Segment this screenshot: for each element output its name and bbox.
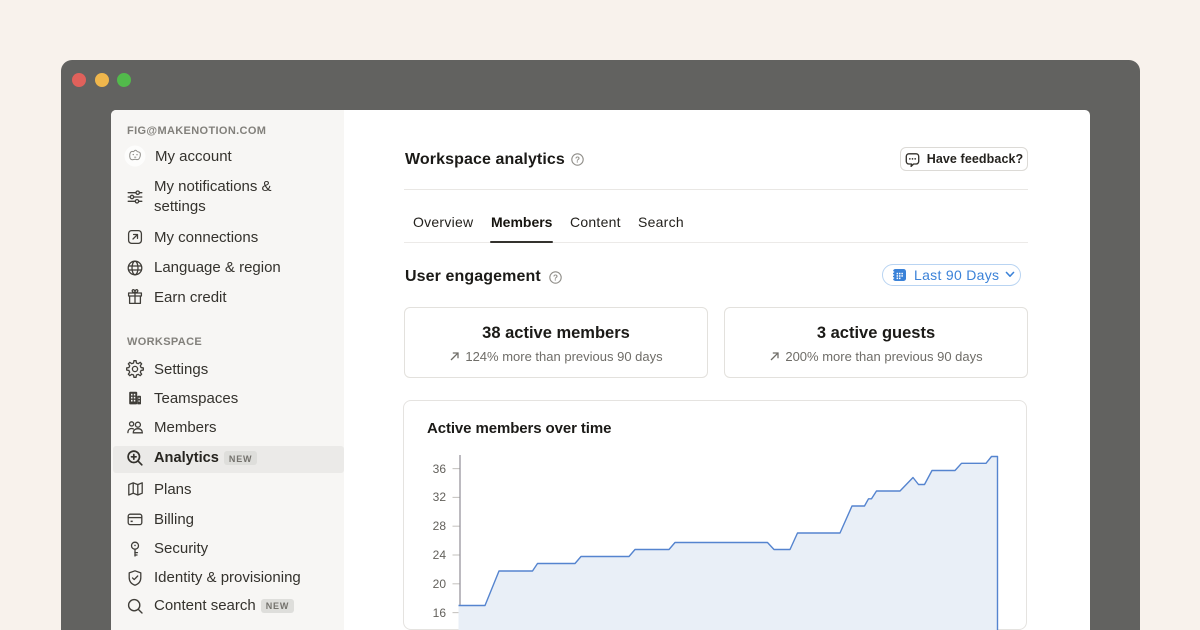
svg-text:?: ? [575, 155, 580, 164]
svg-text:?: ? [553, 273, 558, 282]
